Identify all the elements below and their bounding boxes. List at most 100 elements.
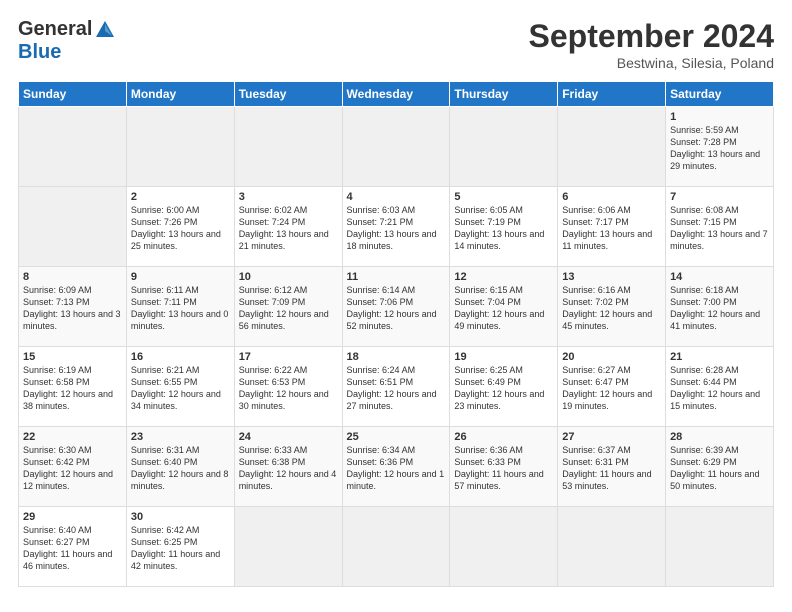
calendar-cell: 18 Sunrise: 6:24 AMSunset: 6:51 PMDaylig… <box>342 347 450 427</box>
calendar-cell: 28 Sunrise: 6:39 AMSunset: 6:29 PMDaylig… <box>666 427 774 507</box>
cell-info: Sunrise: 6:11 AMSunset: 7:11 PMDaylight:… <box>131 285 229 331</box>
cell-info: Sunrise: 6:24 AMSunset: 6:51 PMDaylight:… <box>347 365 437 411</box>
day-of-week-header: Saturday <box>666 82 774 107</box>
cell-info: Sunrise: 6:27 AMSunset: 6:47 PMDaylight:… <box>562 365 652 411</box>
day-of-week-header: Sunday <box>19 82 127 107</box>
calendar-header-row: SundayMondayTuesdayWednesdayThursdayFrid… <box>19 82 774 107</box>
cell-info: Sunrise: 6:37 AMSunset: 6:31 PMDaylight:… <box>562 445 651 491</box>
day-number: 16 <box>131 351 230 363</box>
cell-info: Sunrise: 6:34 AMSunset: 6:36 PMDaylight:… <box>347 445 445 491</box>
calendar-cell: 3 Sunrise: 6:02 AMSunset: 7:24 PMDayligh… <box>234 187 342 267</box>
calendar-cell: 14 Sunrise: 6:18 AMSunset: 7:00 PMDaylig… <box>666 267 774 347</box>
calendar-cell: 2 Sunrise: 6:00 AMSunset: 7:26 PMDayligh… <box>126 187 234 267</box>
cell-info: Sunrise: 6:31 AMSunset: 6:40 PMDaylight:… <box>131 445 229 491</box>
day-number: 27 <box>562 431 661 443</box>
cell-info: Sunrise: 6:02 AMSunset: 7:24 PMDaylight:… <box>239 205 329 251</box>
calendar-cell <box>342 107 450 187</box>
day-number: 18 <box>347 351 446 363</box>
cell-info: Sunrise: 6:40 AMSunset: 6:27 PMDaylight:… <box>23 525 112 571</box>
cell-info: Sunrise: 6:14 AMSunset: 7:06 PMDaylight:… <box>347 285 437 331</box>
day-of-week-header: Tuesday <box>234 82 342 107</box>
cell-info: Sunrise: 6:25 AMSunset: 6:49 PMDaylight:… <box>454 365 544 411</box>
day-number: 1 <box>670 111 769 123</box>
cell-info: Sunrise: 6:00 AMSunset: 7:26 PMDaylight:… <box>131 205 221 251</box>
cell-info: Sunrise: 6:15 AMSunset: 7:04 PMDaylight:… <box>454 285 544 331</box>
calendar-cell: 11 Sunrise: 6:14 AMSunset: 7:06 PMDaylig… <box>342 267 450 347</box>
calendar-cell <box>234 107 342 187</box>
cell-info: Sunrise: 6:12 AMSunset: 7:09 PMDaylight:… <box>239 285 329 331</box>
logo-general-text: General <box>18 18 92 41</box>
cell-info: Sunrise: 6:22 AMSunset: 6:53 PMDaylight:… <box>239 365 329 411</box>
day-number: 25 <box>347 431 446 443</box>
calendar-cell <box>342 507 450 587</box>
day-number: 23 <box>131 431 230 443</box>
calendar-cell: 9 Sunrise: 6:11 AMSunset: 7:11 PMDayligh… <box>126 267 234 347</box>
day-number: 24 <box>239 431 338 443</box>
calendar-cell <box>126 107 234 187</box>
logo: General Blue <box>18 18 116 64</box>
calendar-cell <box>558 507 666 587</box>
day-number: 12 <box>454 271 553 283</box>
day-number: 15 <box>23 351 122 363</box>
day-number: 2 <box>131 191 230 203</box>
calendar-table: SundayMondayTuesdayWednesdayThursdayFrid… <box>18 81 774 587</box>
day-number: 10 <box>239 271 338 283</box>
day-number: 7 <box>670 191 769 203</box>
calendar-cell: 16 Sunrise: 6:21 AMSunset: 6:55 PMDaylig… <box>126 347 234 427</box>
day-of-week-header: Wednesday <box>342 82 450 107</box>
logo-icon <box>94 19 116 41</box>
calendar-cell: 20 Sunrise: 6:27 AMSunset: 6:47 PMDaylig… <box>558 347 666 427</box>
day-number: 28 <box>670 431 769 443</box>
calendar-cell: 24 Sunrise: 6:33 AMSunset: 6:38 PMDaylig… <box>234 427 342 507</box>
month-title: September 2024 <box>529 18 774 55</box>
calendar-cell <box>666 507 774 587</box>
calendar-cell: 19 Sunrise: 6:25 AMSunset: 6:49 PMDaylig… <box>450 347 558 427</box>
day-number: 6 <box>562 191 661 203</box>
day-number: 29 <box>23 511 122 523</box>
calendar-cell: 29 Sunrise: 6:40 AMSunset: 6:27 PMDaylig… <box>19 507 127 587</box>
calendar-cell <box>450 107 558 187</box>
logo-blue-text: Blue <box>18 41 61 64</box>
calendar-cell: 1 Sunrise: 5:59 AMSunset: 7:28 PMDayligh… <box>666 107 774 187</box>
cell-info: Sunrise: 6:08 AMSunset: 7:15 PMDaylight:… <box>670 205 768 251</box>
calendar-cell: 15 Sunrise: 6:19 AMSunset: 6:58 PMDaylig… <box>19 347 127 427</box>
cell-info: Sunrise: 6:36 AMSunset: 6:33 PMDaylight:… <box>454 445 543 491</box>
cell-info: Sunrise: 6:28 AMSunset: 6:44 PMDaylight:… <box>670 365 760 411</box>
day-number: 26 <box>454 431 553 443</box>
cell-info: Sunrise: 6:09 AMSunset: 7:13 PMDaylight:… <box>23 285 121 331</box>
calendar-cell <box>19 107 127 187</box>
calendar-cell: 12 Sunrise: 6:15 AMSunset: 7:04 PMDaylig… <box>450 267 558 347</box>
calendar-cell <box>234 507 342 587</box>
cell-info: Sunrise: 6:16 AMSunset: 7:02 PMDaylight:… <box>562 285 652 331</box>
cell-info: Sunrise: 6:06 AMSunset: 7:17 PMDaylight:… <box>562 205 652 251</box>
calendar-cell: 27 Sunrise: 6:37 AMSunset: 6:31 PMDaylig… <box>558 427 666 507</box>
calendar-cell: 5 Sunrise: 6:05 AMSunset: 7:19 PMDayligh… <box>450 187 558 267</box>
cell-info: Sunrise: 6:42 AMSunset: 6:25 PMDaylight:… <box>131 525 220 571</box>
day-number: 22 <box>23 431 122 443</box>
calendar-cell: 25 Sunrise: 6:34 AMSunset: 6:36 PMDaylig… <box>342 427 450 507</box>
calendar-cell: 26 Sunrise: 6:36 AMSunset: 6:33 PMDaylig… <box>450 427 558 507</box>
header: General Blue September 2024 Bestwina, Si… <box>18 18 774 71</box>
day-number: 17 <box>239 351 338 363</box>
calendar-cell: 4 Sunrise: 6:03 AMSunset: 7:21 PMDayligh… <box>342 187 450 267</box>
cell-info: Sunrise: 6:18 AMSunset: 7:00 PMDaylight:… <box>670 285 760 331</box>
calendar-cell: 21 Sunrise: 6:28 AMSunset: 6:44 PMDaylig… <box>666 347 774 427</box>
day-number: 11 <box>347 271 446 283</box>
calendar-cell: 7 Sunrise: 6:08 AMSunset: 7:15 PMDayligh… <box>666 187 774 267</box>
calendar-cell: 6 Sunrise: 6:06 AMSunset: 7:17 PMDayligh… <box>558 187 666 267</box>
day-number: 21 <box>670 351 769 363</box>
cell-info: Sunrise: 6:39 AMSunset: 6:29 PMDaylight:… <box>670 445 759 491</box>
day-number: 30 <box>131 511 230 523</box>
cell-info: Sunrise: 6:05 AMSunset: 7:19 PMDaylight:… <box>454 205 544 251</box>
day-number: 4 <box>347 191 446 203</box>
day-number: 14 <box>670 271 769 283</box>
day-number: 5 <box>454 191 553 203</box>
day-number: 13 <box>562 271 661 283</box>
cell-info: Sunrise: 6:30 AMSunset: 6:42 PMDaylight:… <box>23 445 113 491</box>
day-number: 8 <box>23 271 122 283</box>
cell-info: Sunrise: 6:03 AMSunset: 7:21 PMDaylight:… <box>347 205 437 251</box>
calendar-cell <box>19 187 127 267</box>
title-block: September 2024 Bestwina, Silesia, Poland <box>529 18 774 71</box>
day-number: 20 <box>562 351 661 363</box>
calendar-cell: 30 Sunrise: 6:42 AMSunset: 6:25 PMDaylig… <box>126 507 234 587</box>
